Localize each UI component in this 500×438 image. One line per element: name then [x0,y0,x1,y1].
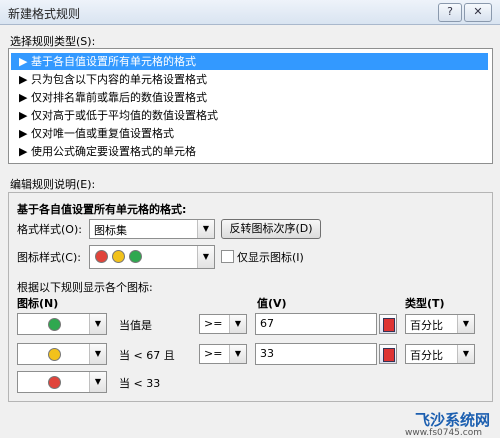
chevron-down-icon: ▼ [229,315,246,333]
show-icon-only-checkbox[interactable] [221,250,234,263]
value-input-row2[interactable]: 33 [255,343,377,365]
edit-rule-panel: 基于各自值设置所有单元格的格式: 格式样式(O): 图标集 ▼ 反转图标次序(D… [8,192,493,402]
edit-rule-label: 编辑规则说明(E): [10,178,96,191]
window-title: 新建格式规则 [8,7,81,21]
watermark-brand: 飞沙系统网 [414,411,490,429]
condition-row3: 当 < 33 [119,377,161,390]
chevron-down-icon: ▼ [89,344,106,364]
icon-style-select[interactable]: ▼ [89,245,215,269]
cell-reference-button[interactable] [379,344,397,364]
type-value: 百分比 [410,349,443,362]
chevron-down-icon: ▼ [457,345,474,363]
chevron-down-icon: ▼ [197,220,214,238]
value-text: 33 [260,347,274,360]
rule-type-item[interactable]: ▶ 使用公式确定要设置格式的单元格 [11,143,488,160]
value-input-row1[interactable]: 67 [255,313,377,335]
format-style-value: 图标集 [94,224,127,237]
icon-select-row2[interactable]: ▼ [17,343,107,365]
icon-column-header: 图标(N) [17,297,59,310]
format-style-select[interactable]: 图标集 ▼ [89,219,215,239]
type-select-row1[interactable]: 百分比 ▼ [405,314,475,334]
yellow-circle-icon [48,348,61,361]
rules-caption: 根据以下规则显示各个图标: [17,281,153,294]
range-picker-icon [383,318,395,332]
chevron-down-icon: ▼ [89,372,106,392]
rule-type-item[interactable]: ▶ 仅对高于或低于平均值的数值设置格式 [11,107,488,124]
rule-type-item[interactable]: ▶ 基于各自值设置所有单元格的格式 [11,53,488,70]
yellow-circle-icon [112,250,125,263]
operator-select-row2[interactable]: >= ▼ [199,344,247,364]
icon-style-label: 图标样式(C): [17,251,81,264]
icon-select-row3[interactable]: ▼ [17,371,107,393]
show-icon-only-label: 仅显示图标(I) [237,251,304,264]
type-column-header: 类型(T) [405,297,445,310]
range-picker-icon [383,348,395,362]
chevron-down-icon: ▼ [197,246,214,268]
help-button[interactable]: ? [438,3,462,22]
operator-select-row1[interactable]: >= ▼ [199,314,247,334]
type-select-row2[interactable]: 百分比 ▼ [405,344,475,364]
green-circle-icon [129,250,142,263]
icon-select-row1[interactable]: ▼ [17,313,107,335]
title-bar: 新建格式规则 ? ✕ [0,0,500,25]
value-column-header: 值(V) [257,297,287,310]
type-value: 百分比 [410,319,443,332]
format-style-label: 格式样式(O): [17,223,82,236]
operator-value: >= [204,347,223,360]
rule-type-item[interactable]: ▶ 仅对排名靠前或靠后的数值设置格式 [11,89,488,106]
reverse-icon-order-button[interactable]: 反转图标次序(D) [221,219,321,239]
rule-type-item[interactable]: ▶ 仅对唯一值或重复值设置格式 [11,125,488,142]
value-text: 67 [260,317,274,330]
operator-value: >= [204,317,223,330]
watermark-url: www.fs0745.com [405,428,482,438]
green-circle-icon [48,318,61,331]
chevron-down-icon: ▼ [229,345,246,363]
red-circle-icon [48,376,61,389]
rule-type-item[interactable]: ▶ 只为包含以下内容的单元格设置格式 [11,71,488,88]
condition-row2: 当 < 67 且 [119,349,175,362]
chevron-down-icon: ▼ [89,314,106,334]
chevron-down-icon: ▼ [457,315,474,333]
edit-heading: 基于各自值设置所有单元格的格式: [17,203,187,216]
cell-reference-button[interactable] [379,314,397,334]
rule-type-list[interactable]: ▶ 基于各自值设置所有单元格的格式 ▶ 只为包含以下内容的单元格设置格式 ▶ 仅… [8,48,493,164]
close-button[interactable]: ✕ [464,3,492,22]
red-circle-icon [95,250,108,263]
rule-type-label: 选择规则类型(S): [10,35,96,48]
condition-row1: 当值是 [119,319,152,332]
